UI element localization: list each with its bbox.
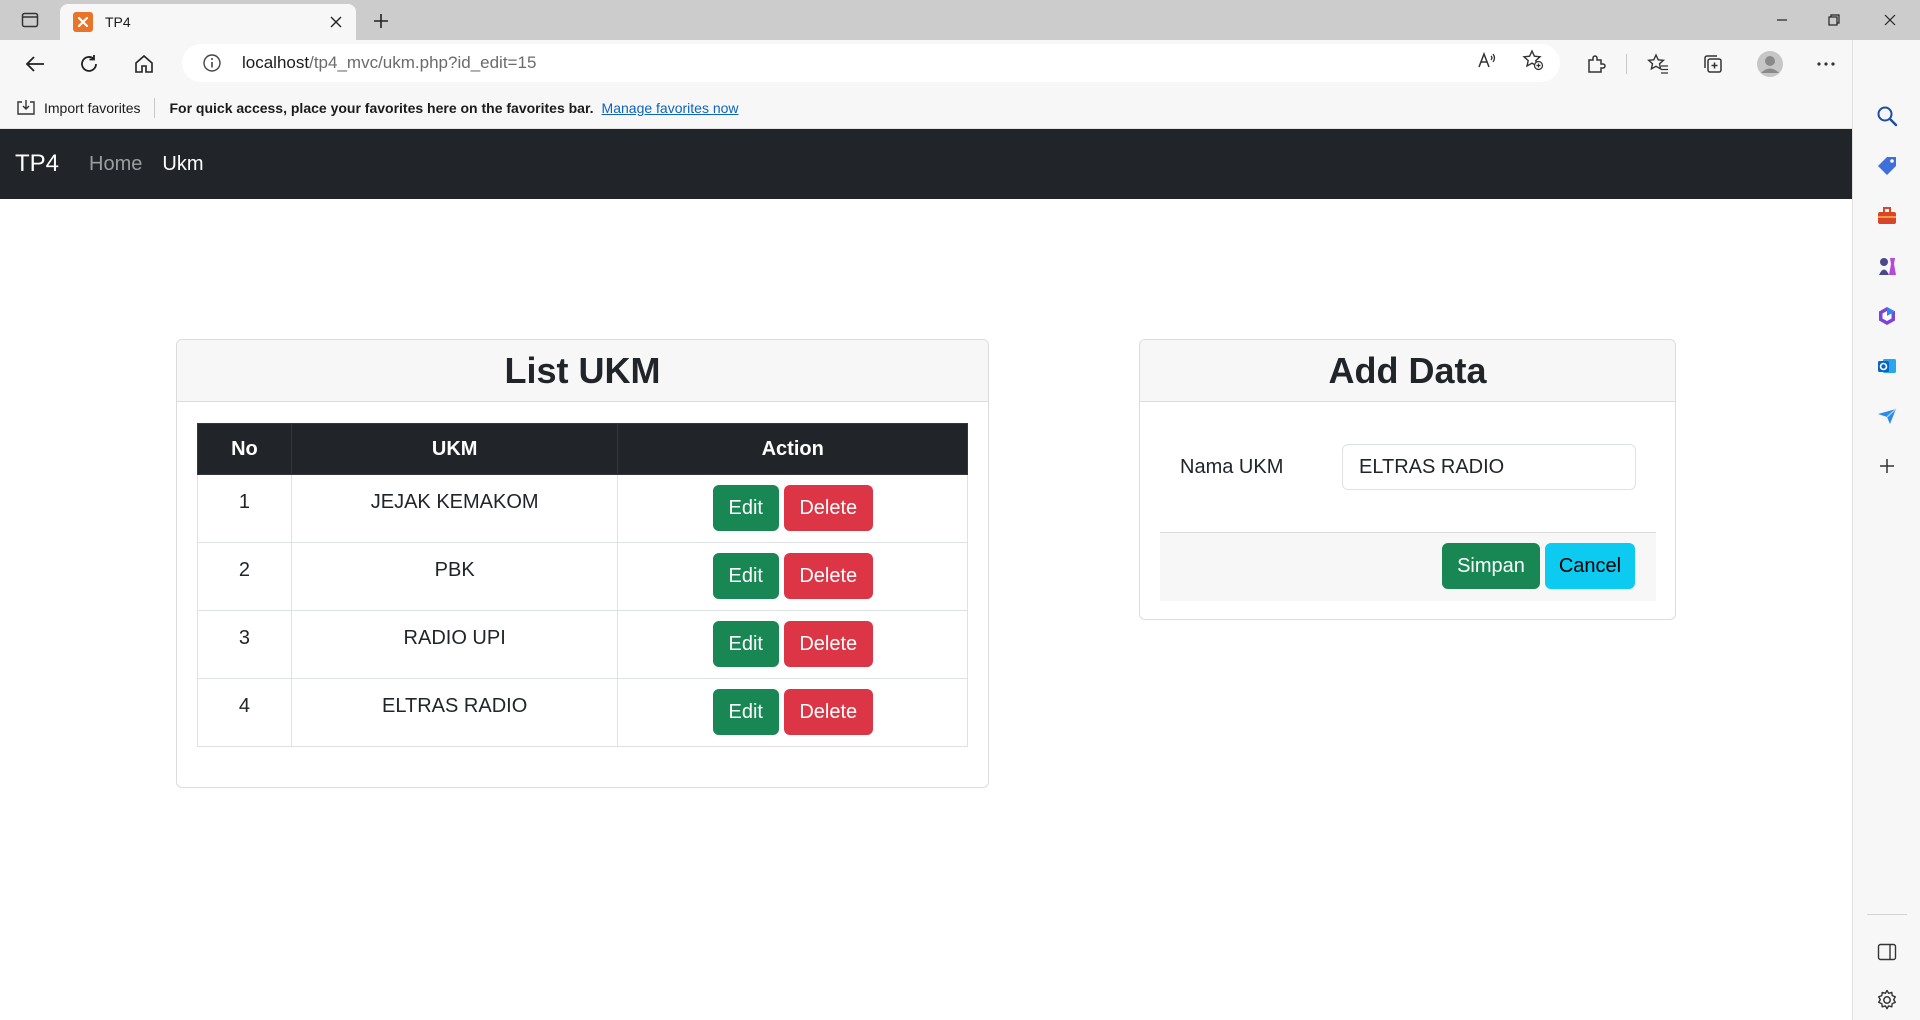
row-number: 1: [197, 474, 292, 543]
list-ukm-title: List UKM: [177, 340, 988, 402]
favorites-bar: Import favorites For quick access, place…: [0, 87, 1852, 129]
close-window-icon[interactable]: [1862, 0, 1918, 40]
nama-ukm-label: Nama UKM: [1180, 456, 1284, 478]
add-data-card: Add Data Nama UKM Simpan Cancel: [1139, 339, 1676, 620]
column-header-ukm: UKM: [290, 423, 619, 475]
favorites-divider: [154, 97, 156, 118]
table-header-row: No UKM Action: [197, 423, 968, 475]
settings-gear-icon[interactable]: [1873, 986, 1901, 1014]
row-number: 4: [197, 678, 292, 747]
send-drop-icon[interactable]: [1873, 402, 1901, 430]
ukm-name: RADIO UPI: [290, 610, 619, 679]
restore-icon[interactable]: [1806, 0, 1862, 40]
edge-sidebar: [1852, 40, 1920, 1020]
read-aloud-icon[interactable]: [1474, 47, 1500, 73]
import-favorites-button[interactable]: Import favorites: [16, 99, 140, 117]
nav-link-ukm[interactable]: Ukm: [162, 153, 203, 176]
url-path: /tp4_mvc/ukm.php?id_edit=15: [309, 53, 537, 72]
address-toolbar: localhost/tp4_mvc/ukm.php?id_edit=15: [0, 40, 1920, 87]
tab-title: TP4: [105, 14, 131, 30]
form-footer: Simpan Cancel: [1160, 532, 1656, 601]
edit-button[interactable]: Edit: [712, 485, 779, 531]
row-number: 2: [197, 542, 292, 611]
ukm-table: No UKM Action 1 JEJAK KEMAKOM Edit Delete…: [197, 423, 968, 747]
add-favorite-icon[interactable]: [1520, 47, 1546, 73]
nama-ukm-input[interactable]: [1342, 444, 1636, 490]
browser-tab[interactable]: TP4: [60, 4, 356, 40]
add-data-title: Add Data: [1140, 340, 1675, 402]
back-arrow-icon[interactable]: [18, 48, 52, 80]
page-viewport: TP4 Home Ukm List UKM No UKM Action 1 JE…: [0, 129, 1852, 1020]
sidebar-divider: [1867, 914, 1907, 915]
toolbar-divider: [1626, 54, 1627, 74]
microsoft365-icon[interactable]: [1873, 302, 1901, 330]
navbar-brand[interactable]: TP4: [15, 150, 59, 178]
table-row: 4 ELTRAS RADIO Edit Delete: [197, 678, 968, 747]
row-actions: Edit Delete: [617, 678, 968, 747]
ukm-name: PBK: [290, 542, 619, 611]
nav-link-home[interactable]: Home: [89, 153, 142, 176]
delete-button[interactable]: Delete: [783, 485, 873, 531]
edit-button[interactable]: Edit: [712, 553, 779, 599]
tools-briefcase-icon[interactable]: [1873, 202, 1901, 230]
xampp-favicon-icon: [73, 12, 93, 32]
new-tab-icon[interactable]: [366, 6, 396, 36]
cancel-button[interactable]: Cancel: [1545, 543, 1635, 589]
outlook-icon[interactable]: [1873, 352, 1901, 380]
nama-ukm-row: Nama UKM: [1140, 444, 1675, 492]
favorites-icon[interactable]: [1642, 48, 1674, 80]
ukm-name: ELTRAS RADIO: [290, 678, 619, 747]
shopping-tag-icon[interactable]: [1873, 152, 1901, 180]
list-ukm-card: List UKM No UKM Action 1 JEJAK KEMAKOM E…: [176, 339, 989, 788]
simpan-button[interactable]: Simpan: [1442, 543, 1540, 589]
favorites-message: For quick access, place your favorites h…: [169, 99, 594, 116]
row-actions: Edit Delete: [617, 474, 968, 543]
row-number: 3: [197, 610, 292, 679]
address-bar[interactable]: localhost/tp4_mvc/ukm.php?id_edit=15: [182, 44, 1560, 82]
url-text: localhost/tp4_mvc/ukm.php?id_edit=15: [242, 53, 536, 73]
close-tab-icon[interactable]: [322, 8, 350, 36]
import-favorites-label: Import favorites: [44, 99, 141, 116]
hide-sidebar-icon[interactable]: [1873, 938, 1901, 966]
edit-button[interactable]: Edit: [712, 621, 779, 667]
table-row: 1 JEJAK KEMAKOM Edit Delete: [197, 474, 968, 543]
add-sidebar-app-icon[interactable]: [1873, 452, 1901, 480]
profile-avatar-icon[interactable]: [1754, 48, 1786, 80]
ukm-name: JEJAK KEMAKOM: [290, 474, 619, 543]
tab-strip: TP4: [0, 0, 1920, 40]
minimize-icon[interactable]: [1754, 0, 1810, 40]
more-options-icon[interactable]: [1810, 48, 1842, 80]
column-header-no: No: [197, 423, 292, 475]
manage-favorites-link[interactable]: Manage favorites now: [602, 100, 739, 116]
table-row: 2 PBK Edit Delete: [197, 542, 968, 611]
site-navbar: TP4 Home Ukm: [0, 129, 1852, 199]
row-actions: Edit Delete: [617, 610, 968, 679]
collections-icon[interactable]: [1697, 48, 1729, 80]
games-chess-icon[interactable]: [1873, 252, 1901, 280]
site-info-icon[interactable]: [200, 51, 224, 75]
tab-actions-icon[interactable]: [14, 8, 46, 32]
url-host: localhost: [242, 53, 310, 72]
refresh-icon[interactable]: [72, 48, 106, 80]
search-icon[interactable]: [1873, 102, 1901, 130]
edit-button[interactable]: Edit: [712, 689, 779, 735]
column-header-action: Action: [617, 423, 968, 475]
import-favorites-icon: [17, 99, 35, 115]
delete-button[interactable]: Delete: [783, 553, 873, 599]
delete-button[interactable]: Delete: [783, 621, 873, 667]
home-icon[interactable]: [127, 48, 161, 80]
delete-button[interactable]: Delete: [783, 689, 873, 735]
row-actions: Edit Delete: [617, 542, 968, 611]
extensions-icon[interactable]: [1580, 48, 1612, 80]
table-row: 3 RADIO UPI Edit Delete: [197, 610, 968, 679]
